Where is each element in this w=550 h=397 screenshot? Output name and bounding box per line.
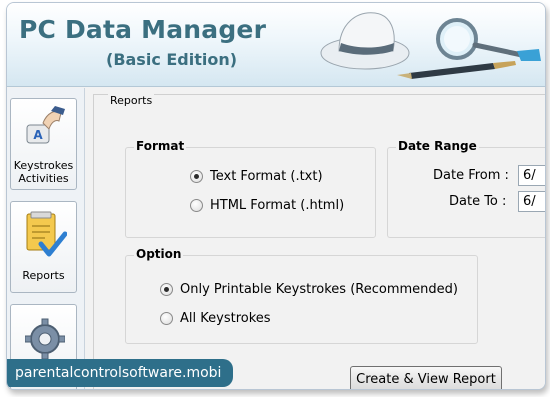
all-keystrokes-radio[interactable]: All Keystrokes <box>160 311 271 326</box>
date-from-input[interactable]: 6/ <box>518 165 545 186</box>
watermark-banner: parentalcontrolsoftware.mobi <box>7 359 233 387</box>
sidebar-item-keystrokes-activities[interactable]: A Keystrokes Activities <box>10 98 77 190</box>
create-view-report-button[interactable]: Create & View Report <box>350 366 502 389</box>
radio-unselected-icon[interactable] <box>160 312 173 325</box>
header-illustration <box>320 12 541 79</box>
sidebar: A Keystrokes Activities Reports <box>7 88 85 389</box>
date-range-group: Date Range Date From : 6/ Date To : 6/ <box>387 139 545 238</box>
keyboard-hand-icon: A <box>26 106 65 144</box>
text-format-radio[interactable]: Text Format (.txt) <box>190 169 323 184</box>
app-header: PC Data Manager (Basic Edition) <box>7 3 545 87</box>
option-group: Option Only Printable Keystrokes (Recomm… <box>125 247 478 344</box>
radio-label: All Keystrokes <box>180 311 271 326</box>
radio-label: Text Format (.txt) <box>210 169 323 184</box>
printable-keystrokes-radio[interactable]: Only Printable Keystrokes (Recommended) <box>160 282 458 297</box>
format-group: Format Text Format (.txt) HTML Format (.… <box>125 139 376 238</box>
radio-selected-icon[interactable] <box>160 283 173 296</box>
report-checkmark-icon <box>26 211 67 257</box>
gear-icon <box>25 318 65 360</box>
radio-label: Only Printable Keystrokes (Recommended) <box>180 282 458 297</box>
html-format-radio[interactable]: HTML Format (.html) <box>190 198 344 213</box>
radio-unselected-icon[interactable] <box>190 199 203 212</box>
sidebar-item-label: Activities <box>18 172 69 185</box>
date-to-label: Date To : <box>449 194 507 209</box>
magnifier-icon <box>436 18 541 61</box>
date-range-group-title: Date Range <box>396 139 479 153</box>
sidebar-item-reports[interactable]: Reports <box>10 201 77 293</box>
sidebar-item-label: Reports <box>22 269 65 282</box>
app-window: PC Data Manager (Basic Edition) A Keystr… <box>6 2 546 390</box>
reports-legend: Reports <box>108 94 155 107</box>
svg-text:A: A <box>33 128 43 142</box>
sidebar-item-label: Keystrokes <box>13 159 74 172</box>
hat-icon <box>320 12 410 70</box>
reports-frame: Reports Format Text Format (.txt) HTML F… <box>93 94 545 389</box>
pen-icon <box>397 61 516 79</box>
reports-panel: Reports Format Text Format (.txt) HTML F… <box>87 88 545 389</box>
app-subtitle: (Basic Edition) <box>106 50 238 69</box>
radio-selected-icon[interactable] <box>190 170 203 183</box>
radio-label: HTML Format (.html) <box>210 198 345 213</box>
format-group-title: Format <box>134 139 187 153</box>
option-group-title: Option <box>134 247 184 261</box>
app-title: PC Data Manager <box>19 15 267 44</box>
date-to-input[interactable]: 6/ <box>518 191 545 212</box>
date-from-label: Date From : <box>433 168 509 183</box>
